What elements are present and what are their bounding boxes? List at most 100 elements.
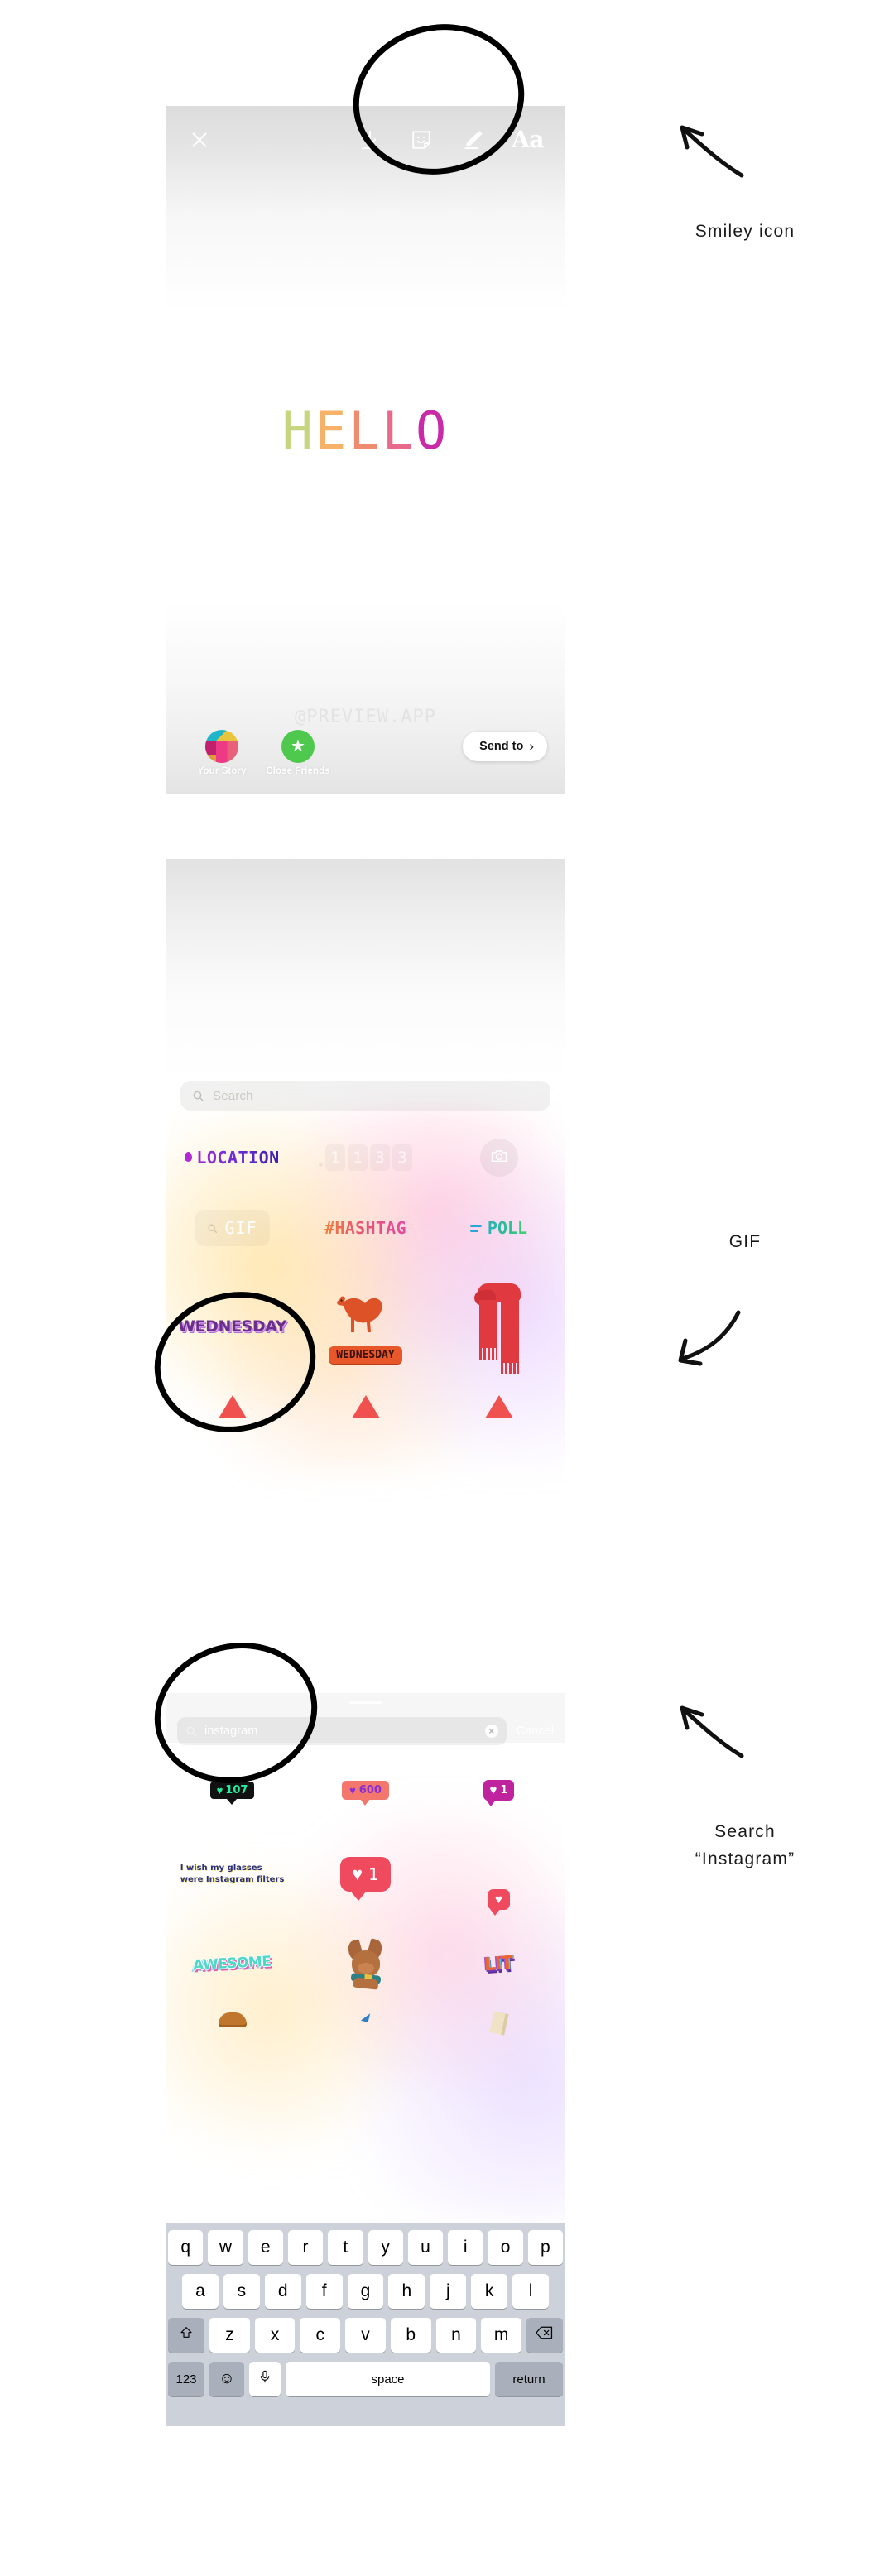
emoji-key[interactable]: ☺ bbox=[209, 2362, 244, 2396]
text-tool-button[interactable]: Aa bbox=[512, 128, 544, 151]
annotation-search-line-1: Search bbox=[714, 1822, 776, 1841]
key-l[interactable]: l bbox=[512, 2274, 550, 2309]
your-story-button[interactable]: Your Story bbox=[184, 730, 260, 776]
key-s[interactable]: s bbox=[223, 2274, 260, 2309]
gif-result-item[interactable]: ♥ 1 bbox=[299, 1839, 432, 1910]
poll-sticker-label: POLL bbox=[487, 1218, 528, 1238]
chevron-right-icon: › bbox=[529, 738, 534, 754]
return-key[interactable]: return bbox=[495, 2362, 563, 2396]
your-story-avatar bbox=[205, 730, 238, 763]
heart-icon: ♥ bbox=[489, 1782, 497, 1797]
ios-keyboard: q w e r t y u i o p a s d f g h j k l z … bbox=[166, 2223, 565, 2426]
gif-result-item[interactable] bbox=[166, 2012, 299, 2027]
key-b[interactable]: b bbox=[390, 2318, 431, 2353]
gif-result-item[interactable]: ♥ 600 bbox=[299, 1761, 432, 1819]
lit-gif-label: LIT bbox=[483, 1952, 514, 1975]
shift-key[interactable] bbox=[167, 2318, 204, 2353]
gif-result-item[interactable]: ♥ bbox=[432, 1839, 565, 1916]
time-digit: 1 bbox=[325, 1144, 345, 1171]
sticker-search-input[interactable]: Search bbox=[180, 1081, 550, 1111]
heart-icon: ♥ bbox=[216, 1783, 223, 1796]
hello-letter: L bbox=[382, 401, 416, 461]
time-digit: 1 bbox=[348, 1144, 368, 1171]
key-u[interactable]: u bbox=[407, 2230, 444, 2265]
backspace-key[interactable] bbox=[526, 2318, 564, 2353]
key-p[interactable]: p bbox=[527, 2230, 563, 2265]
annotation-arrow-search bbox=[680, 1705, 744, 1758]
key-j[interactable]: j bbox=[430, 2274, 467, 2309]
close-friends-star-icon: ★ bbox=[281, 730, 315, 763]
camera-sticker[interactable] bbox=[432, 1132, 565, 1183]
camel-wednesday-sticker[interactable]: WEDNESDAY bbox=[299, 1289, 432, 1364]
sticker-row-1: LOCATION 1 1 3 3 bbox=[166, 1132, 565, 1183]
gif-result-item[interactable]: ♥ 1 bbox=[432, 1761, 565, 1819]
key-k[interactable]: k bbox=[471, 2274, 508, 2309]
tutorial-screenshot-page: Aa HELLO @PREVIEW.APP Your Story ★ Close… bbox=[0, 0, 894, 2576]
hello-text-overlay[interactable]: HELLO bbox=[166, 401, 565, 461]
hashtag-sticker-label: #HASHTAG bbox=[324, 1218, 406, 1238]
key-n[interactable]: n bbox=[435, 2318, 477, 2353]
key-m[interactable]: m bbox=[481, 2318, 522, 2353]
microphone-key[interactable] bbox=[249, 2362, 281, 2396]
gif-result-item[interactable] bbox=[432, 2011, 565, 2036]
key-r[interactable]: r bbox=[287, 2230, 324, 2265]
hello-letter: L bbox=[348, 401, 382, 461]
red-scarf-sticker[interactable] bbox=[432, 1283, 565, 1374]
red-triangle-sticker[interactable] bbox=[432, 1395, 565, 1418]
key-d[interactable]: d bbox=[264, 2274, 301, 2309]
key-t[interactable]: t bbox=[328, 2230, 363, 2265]
gif-result-item[interactable] bbox=[299, 2012, 432, 2022]
key-i[interactable]: i bbox=[448, 2230, 483, 2265]
close-friends-button[interactable]: ★ Close Friends bbox=[260, 730, 336, 776]
map-pin-icon bbox=[185, 1152, 193, 1162]
sticker-tray-screenshot: Search LOCATION 1 1 3 3 GIF #HASHTAG POL… bbox=[166, 859, 565, 1602]
key-g[interactable]: g bbox=[347, 2274, 384, 2309]
annotation-gif: GIF bbox=[728, 1232, 762, 1251]
shift-icon bbox=[177, 2325, 195, 2345]
sticker-search-placeholder: Search bbox=[213, 1088, 253, 1103]
key-w[interactable]: w bbox=[208, 2230, 243, 2265]
gif-result-item[interactable]: LIT bbox=[432, 1926, 565, 2001]
gif-sticker[interactable]: GIF bbox=[166, 1205, 299, 1251]
poll-sticker[interactable]: POLL bbox=[432, 1205, 565, 1251]
cancel-button[interactable]: Cancel bbox=[513, 1725, 554, 1738]
bread-icon bbox=[218, 2012, 247, 2027]
key-c[interactable]: c bbox=[300, 2318, 341, 2353]
camera-icon bbox=[490, 1149, 508, 1168]
key-z[interactable]: z bbox=[209, 2318, 250, 2353]
close-button[interactable] bbox=[187, 127, 212, 152]
heart-icon: ♥ bbox=[349, 1783, 356, 1796]
hashtag-sticker[interactable]: #HASHTAG bbox=[299, 1205, 432, 1251]
key-v[interactable]: v bbox=[345, 2318, 386, 2353]
your-story-label: Your Story bbox=[197, 766, 247, 776]
camel-sticker-label: WEDNESDAY bbox=[329, 1346, 402, 1364]
numbers-key[interactable]: 123 bbox=[168, 2362, 204, 2396]
red-triangle-sticker[interactable] bbox=[299, 1395, 432, 1418]
send-to-label: Send to bbox=[479, 740, 524, 753]
time-sticker[interactable]: 1 1 3 3 bbox=[299, 1132, 432, 1183]
gif-result-item[interactable] bbox=[299, 1926, 432, 2001]
poll-bars-icon bbox=[469, 1224, 482, 1232]
gif-result-item[interactable]: I wish my glasses were Instagram filters bbox=[166, 1839, 299, 1910]
send-to-button[interactable]: Send to › bbox=[463, 732, 547, 761]
sheet-grabber[interactable] bbox=[348, 1701, 382, 1704]
key-o[interactable]: o bbox=[488, 2230, 523, 2265]
sticker-row-2: GIF #HASHTAG POLL bbox=[166, 1205, 565, 1251]
key-f[interactable]: f bbox=[305, 2274, 343, 2309]
space-key[interactable]: space bbox=[286, 2362, 490, 2396]
clear-search-icon[interactable]: × bbox=[484, 1725, 498, 1738]
like-count: 1 bbox=[500, 1783, 508, 1796]
heart-icon: ♥ bbox=[352, 1864, 363, 1884]
key-a[interactable]: a bbox=[182, 2274, 219, 2309]
key-e[interactable]: e bbox=[248, 2230, 283, 2265]
like-count: 600 bbox=[358, 1783, 382, 1796]
annotation-arrow-smiley bbox=[680, 125, 744, 178]
key-h[interactable]: h bbox=[388, 2274, 425, 2309]
location-sticker[interactable]: LOCATION bbox=[166, 1132, 299, 1183]
key-y[interactable]: y bbox=[368, 2230, 403, 2265]
key-x[interactable]: x bbox=[254, 2318, 296, 2353]
quote-line-2: were Instagram filters bbox=[180, 1875, 285, 1884]
gif-result-item[interactable]: AWESOME bbox=[166, 1926, 299, 2001]
story-share-bar: Your Story ★ Close Friends Send to › bbox=[166, 718, 565, 794]
key-q[interactable]: q bbox=[168, 2230, 204, 2265]
